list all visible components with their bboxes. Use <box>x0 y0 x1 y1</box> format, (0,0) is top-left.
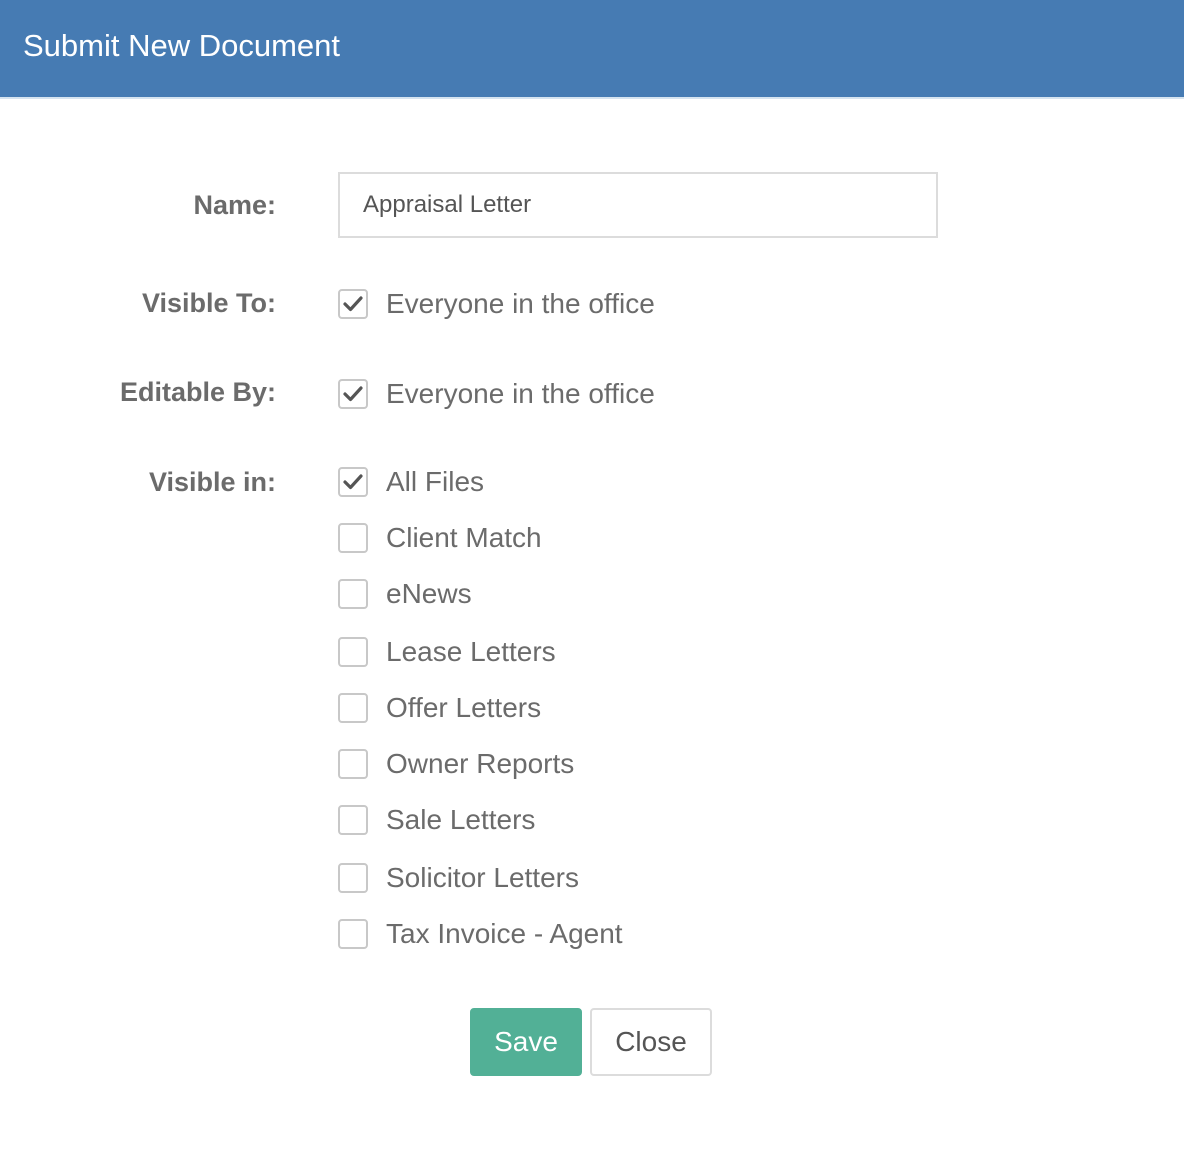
visible-in-enews-checkbox[interactable]: eNews <box>338 577 472 611</box>
visible-in-offer-letters-checkbox[interactable]: Offer Letters <box>338 691 541 725</box>
checkbox-box[interactable] <box>338 379 368 409</box>
visible-in-option-label: Lease Letters <box>386 636 556 667</box>
checkbox-box[interactable] <box>338 919 368 949</box>
close-button[interactable]: Close <box>590 1008 712 1076</box>
visible-to-everyone-checkbox[interactable]: Everyone in the office <box>338 287 655 321</box>
checkmark-icon <box>343 474 363 490</box>
visible-in-option-label: Owner Reports <box>386 748 575 779</box>
name-label: Name: <box>193 190 276 220</box>
checkbox-box[interactable] <box>338 805 368 835</box>
checkbox-box[interactable] <box>338 579 368 609</box>
visible-in-option-label: Tax Invoice - Agent <box>386 918 623 949</box>
save-button[interactable]: Save <box>470 1008 582 1076</box>
editable-by-label: Editable By: <box>119 377 276 407</box>
checkbox-box[interactable] <box>338 749 368 779</box>
visible-in-label: Visible in: <box>148 467 276 497</box>
checkbox-box[interactable] <box>338 863 368 893</box>
editable-by-everyone-checkbox[interactable]: Everyone in the office <box>338 377 655 411</box>
checkmark-icon <box>343 296 363 312</box>
editable-by-everyone-label: Everyone in the office <box>386 378 655 409</box>
checkbox-box[interactable] <box>338 467 368 497</box>
submit-document-dialog: Submit New Document Name: Visible To: Ev… <box>0 0 1184 1156</box>
visible-in-solicitor-letters-checkbox[interactable]: Solicitor Letters <box>338 861 579 895</box>
visible-to-everyone-label: Everyone in the office <box>386 288 655 319</box>
visible-in-tax-invoice-agent-checkbox[interactable]: Tax Invoice - Agent <box>338 917 623 951</box>
visible-in-option-label: Solicitor Letters <box>386 862 579 893</box>
visible-in-owner-reports-checkbox[interactable]: Owner Reports <box>338 747 574 781</box>
checkmark-icon <box>343 386 363 402</box>
visible-to-label: Visible To: <box>141 288 276 318</box>
dialog-title: Submit New Document <box>23 28 341 63</box>
checkbox-box[interactable] <box>338 637 368 667</box>
dialog-header: Submit New Document <box>0 0 1184 99</box>
visible-in-option-label: Sale Letters <box>386 804 536 835</box>
visible-in-sale-letters-checkbox[interactable]: Sale Letters <box>338 803 535 837</box>
checkbox-box[interactable] <box>338 289 368 319</box>
visible-in-option-label: Offer Letters <box>386 692 542 723</box>
visible-in-all-files-checkbox[interactable]: All Files <box>338 465 484 499</box>
name-input[interactable] <box>338 172 938 238</box>
visible-in-lease-letters-checkbox[interactable]: Lease Letters <box>338 635 556 669</box>
checkbox-box[interactable] <box>338 523 368 553</box>
visible-in-option-label: eNews <box>386 578 472 609</box>
visible-in-client-match-checkbox[interactable]: Client Match <box>338 521 542 555</box>
visible-in-option-label: All Files <box>386 466 485 497</box>
checkbox-box[interactable] <box>338 693 368 723</box>
visible-in-option-label: Client Match <box>386 522 542 553</box>
